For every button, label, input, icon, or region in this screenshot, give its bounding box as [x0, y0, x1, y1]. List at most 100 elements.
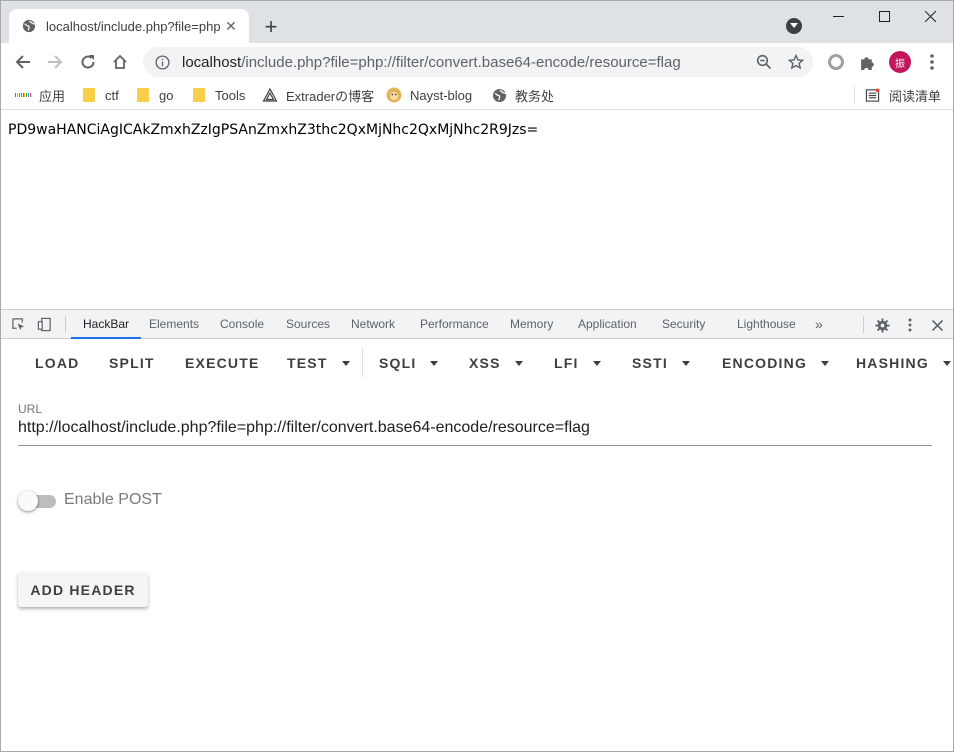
- lfi-menu-button[interactable]: LFI: [554, 354, 601, 372]
- maximize-icon[interactable]: [861, 1, 907, 31]
- bookmark-label: Extraderの博客: [286, 88, 375, 104]
- url-field[interactable]: http://localhost/include.php?file=php://…: [18, 419, 590, 437]
- minimize-icon[interactable]: [815, 1, 861, 31]
- url-field-label: URL: [18, 402, 43, 416]
- bookmark-label: Tools: [215, 87, 246, 103]
- apps-grid-icon: [15, 87, 32, 103]
- folder-icon: [135, 87, 151, 103]
- tab-elements[interactable]: Elements: [149, 310, 199, 339]
- bookmark-nayst[interactable]: Nayst-blog: [386, 85, 472, 105]
- close-tab-icon[interactable]: ✕: [223, 18, 239, 34]
- forward-arrow-icon[interactable]: [41, 48, 69, 76]
- devtools-divider: [65, 316, 66, 333]
- close-window-icon[interactable]: [907, 1, 953, 31]
- button-label: LFI: [554, 355, 579, 371]
- address-bar[interactable]: localhost/include.php?file=php://filter/…: [143, 47, 813, 77]
- button-label: ENCODING: [722, 355, 808, 371]
- reading-list-label: 阅读清单: [888, 88, 941, 104]
- tab-application[interactable]: Application: [578, 310, 637, 339]
- reading-list-icon: [865, 87, 881, 103]
- enable-post-label: Enable POST: [64, 491, 162, 508]
- caret-down-icon: [681, 360, 690, 366]
- tab-lighthouse[interactable]: Lighthouse: [737, 310, 796, 339]
- reading-list-button[interactable]: 阅读清单: [853, 85, 941, 105]
- tab-performance[interactable]: Performance: [420, 310, 489, 339]
- more-tabs-button[interactable]: »: [815, 310, 823, 339]
- zoom-icon[interactable]: [755, 53, 773, 71]
- ssti-menu-button[interactable]: SSTI: [632, 354, 690, 372]
- bookmark-label: go: [159, 87, 174, 103]
- address-path: /include.php?file=php://filter/convert.b…: [241, 53, 681, 71]
- settings-gear-icon[interactable]: [873, 316, 891, 334]
- bookmark-label: Nayst-blog: [410, 87, 473, 103]
- globe-icon: [21, 18, 37, 34]
- add-header-button[interactable]: ADD HEADER: [18, 572, 148, 607]
- bookmark-go[interactable]: go: [135, 85, 173, 105]
- button-label: HASHING: [856, 355, 929, 371]
- inspect-element-icon[interactable]: [10, 316, 26, 332]
- extension-ring-icon[interactable]: [826, 52, 846, 72]
- devtools-panel: HackBar Elements Console Sources Network…: [1, 309, 953, 751]
- devtools-divider: [863, 316, 864, 333]
- tab-console[interactable]: Console: [220, 310, 264, 339]
- hashing-menu-button[interactable]: HASHING: [856, 354, 951, 372]
- enable-post-toggle[interactable]: [18, 491, 56, 511]
- bookmark-jiaowuchu[interactable]: 教务处: [491, 85, 554, 105]
- back-arrow-icon[interactable]: [9, 48, 37, 76]
- address-url: localhost/include.php?file=php://filter/…: [182, 54, 681, 71]
- xss-menu-button[interactable]: XSS: [469, 354, 523, 372]
- globe-icon: [491, 87, 507, 103]
- sqli-menu-button[interactable]: SQLI: [379, 354, 439, 372]
- home-icon[interactable]: [106, 48, 134, 76]
- tab-network[interactable]: Network: [351, 310, 395, 339]
- menu-kebab-icon[interactable]: [922, 52, 942, 72]
- tab-strip: localhost/include.php?file=php ✕ +: [1, 1, 953, 43]
- new-tab-button[interactable]: +: [259, 14, 283, 39]
- test-menu-button[interactable]: TEST: [287, 354, 350, 372]
- tab-sources[interactable]: Sources: [286, 310, 330, 339]
- bookmark-tools[interactable]: Tools: [191, 85, 245, 105]
- execute-button[interactable]: EXECUTE: [185, 354, 260, 372]
- browser-toolbar: localhost/include.php?file=php://filter/…: [1, 43, 953, 80]
- info-icon[interactable]: [153, 53, 171, 71]
- button-label: SQLI: [379, 355, 417, 371]
- bookmarks-divider: [853, 86, 855, 104]
- toggle-knob: [18, 491, 38, 511]
- bookmark-extrader[interactable]: Extraderの博客: [262, 85, 374, 105]
- button-label: EXECUTE: [185, 355, 260, 371]
- bookmark-ctf[interactable]: ctf: [81, 85, 119, 105]
- address-host: localhost: [182, 53, 242, 71]
- tab-memory[interactable]: Memory: [510, 310, 553, 339]
- devtools-tabbar: HackBar Elements Console Sources Network…: [1, 310, 953, 339]
- bookmark-label: ctf: [105, 87, 119, 103]
- profile-avatar[interactable]: 振: [889, 51, 911, 73]
- button-label: XSS: [469, 355, 501, 371]
- tab-search-icon[interactable]: [786, 18, 802, 34]
- devtools-menu-icon[interactable]: [901, 316, 919, 334]
- tab-security[interactable]: Security: [662, 310, 705, 339]
- caret-down-icon: [592, 360, 601, 366]
- caret-down-icon: [341, 360, 350, 366]
- load-button[interactable]: LOAD: [35, 354, 79, 372]
- hackbar-body: URL http://localhost/include.php?file=ph…: [1, 386, 953, 751]
- page-output-text: PD9waHANCiAgICAkZmxhZzIgPSAnZmxhZ3thc2Qx…: [8, 122, 539, 138]
- window-controls: [815, 1, 953, 33]
- browser-tab[interactable]: localhost/include.php?file=php ✕: [9, 9, 249, 43]
- doge-avatar-icon: [386, 87, 402, 103]
- encoding-menu-button[interactable]: ENCODING: [722, 354, 830, 372]
- close-devtools-icon[interactable]: [928, 316, 946, 334]
- bookmark-apps[interactable]: 应用: [15, 85, 65, 105]
- device-toolbar-icon[interactable]: [36, 316, 52, 332]
- split-button[interactable]: SPLIT: [109, 354, 155, 372]
- reload-icon[interactable]: [74, 48, 102, 76]
- button-label: SPLIT: [109, 355, 155, 371]
- tab-hackbar[interactable]: HackBar: [71, 310, 142, 339]
- page-viewport: PD9waHANCiAgICAkZmxhZzIgPSAnZmxhZ3thc2Qx…: [1, 111, 953, 309]
- triangle-logo-icon: [262, 87, 278, 103]
- extensions-puzzle-icon[interactable]: [857, 52, 877, 72]
- folder-icon: [81, 87, 97, 103]
- caret-down-icon: [821, 360, 830, 366]
- tab-title: localhost/include.php?file=php: [46, 18, 221, 34]
- bookmark-label: 应用: [39, 88, 66, 104]
- bookmark-star-icon[interactable]: [787, 53, 805, 71]
